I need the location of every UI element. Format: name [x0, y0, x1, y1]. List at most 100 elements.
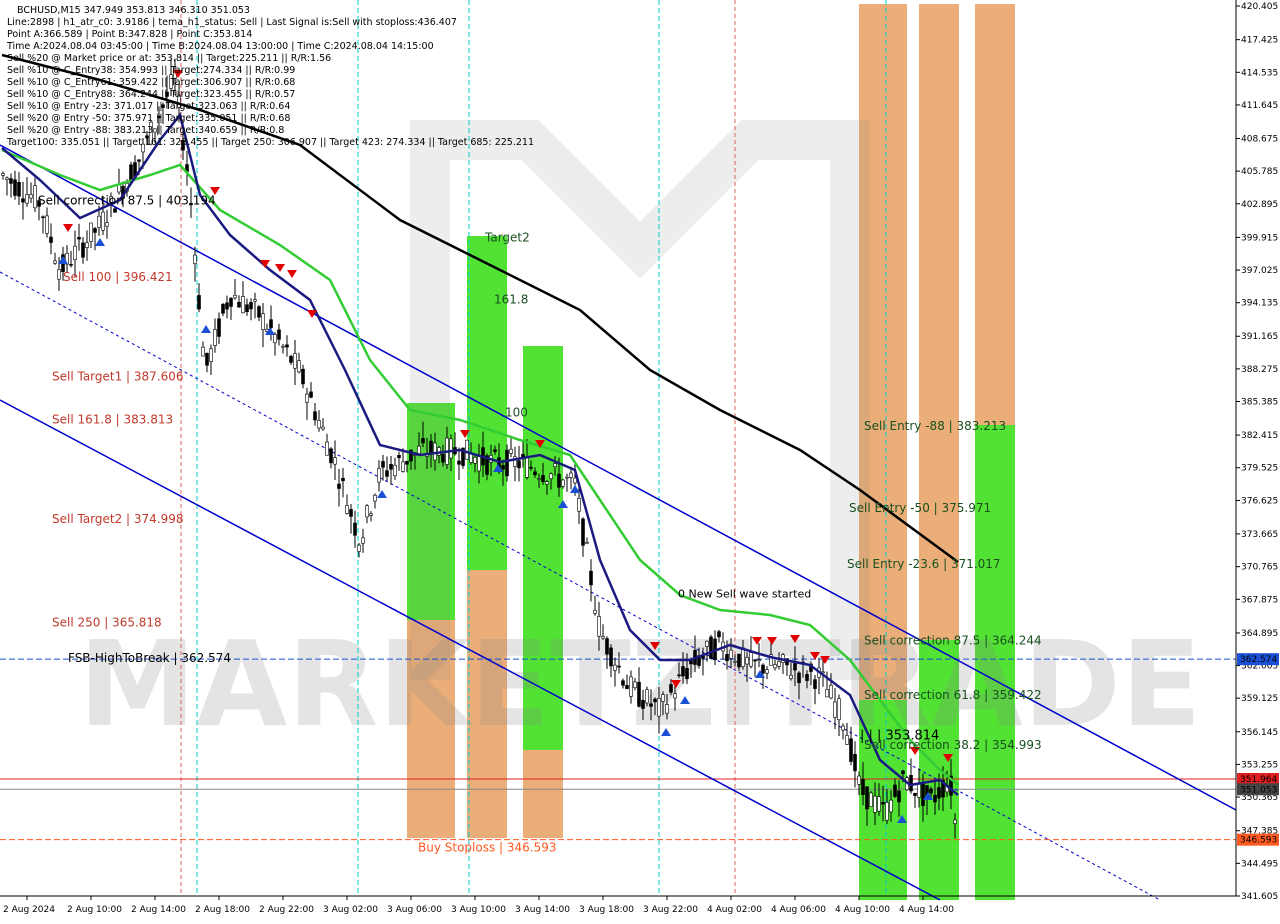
candle-body: [829, 684, 833, 699]
candle-body: [69, 264, 73, 266]
candle-body: [233, 294, 237, 299]
time-tick-label: 4 Aug 06:00: [771, 905, 826, 915]
candle-body: [57, 269, 61, 280]
price-tick-label: 408.675: [1241, 134, 1278, 144]
candle-body: [309, 391, 313, 398]
price-chart[interactable]: MARKETZITRADE FSB-HighToBreak | 362.574B…: [0, 0, 1280, 920]
candle-body: [597, 616, 601, 637]
candle-body: [349, 509, 353, 517]
candle-body: [861, 778, 865, 795]
info-line: Time A:2024.08.04 03:45:00 | Time B:2024…: [6, 41, 434, 52]
candle-body: [329, 448, 333, 464]
info-line: Target100: 335.051 || Target 161: 323.45…: [6, 137, 534, 148]
candle-body: [197, 295, 201, 310]
candle-body: [341, 477, 345, 482]
time-tick-label: 3 Aug 14:00: [515, 905, 570, 915]
candle-body: [561, 479, 565, 487]
chart-annotation: 161.8: [494, 293, 528, 307]
price-tick-label: 388.275: [1241, 365, 1278, 375]
candle-body: [613, 664, 617, 671]
left-annotation: Sell 250 | 365.818: [52, 616, 162, 630]
price-tick-label: 382.415: [1241, 431, 1278, 441]
candle-body: [585, 542, 589, 544]
right-annotation: Sell Entry -23.6 | 371.017: [847, 557, 1001, 571]
candle-body: [285, 344, 289, 348]
candle-body: [857, 775, 861, 785]
candle-body: [749, 652, 753, 667]
price-badge-label: 346.593: [1240, 836, 1277, 846]
candle-body: [793, 663, 797, 671]
price-tick-label: 402.895: [1241, 200, 1278, 210]
candle-body: [345, 505, 349, 514]
candle-body: [681, 666, 685, 677]
candle-body: [321, 426, 325, 430]
candle-body: [297, 360, 301, 373]
candle-body: [93, 228, 97, 233]
candle-body: [845, 735, 849, 745]
candle-body: [253, 299, 257, 302]
candle-body: [397, 455, 401, 458]
candle-body: [881, 801, 885, 805]
candle-body: [893, 784, 897, 797]
candle-body: [237, 301, 241, 308]
candle-body: [417, 445, 421, 454]
price-tick-label: 399.915: [1241, 233, 1278, 243]
candle-body: [9, 178, 13, 184]
candle-body: [193, 254, 197, 264]
level-label: Buy Stoploss | 346.593: [418, 841, 557, 855]
candle-body: [261, 313, 265, 330]
candle-body: [137, 159, 141, 162]
candle-body: [257, 306, 261, 318]
candle-body: [917, 782, 921, 798]
candle-body: [833, 701, 837, 718]
left-annotation: Sell 100 | 396.421: [63, 270, 173, 284]
candle-body: [81, 242, 85, 258]
time-tick-label: 3 Aug 10:00: [451, 905, 506, 915]
candle-body: [565, 476, 569, 479]
price-tick-label: 414.535: [1241, 68, 1278, 78]
candle-body: [825, 689, 829, 698]
time-tick-label: 4 Aug 02:00: [707, 905, 762, 915]
candle-body: [101, 211, 105, 231]
left-annotation: Sell Target1 | 387.606: [52, 369, 184, 383]
time-tick-label: 2 Aug 14:00: [131, 905, 186, 915]
zone-rect: [975, 4, 1015, 425]
time-tick-label: 2 Aug 18:00: [195, 905, 250, 915]
price-tick-label: 353.255: [1241, 760, 1278, 770]
candle-body: [373, 494, 377, 502]
candle-body: [865, 786, 869, 810]
zone-rect: [467, 236, 507, 570]
right-annotation: Sell Entry -50 | 375.971: [849, 501, 991, 515]
candle-body: [609, 647, 613, 667]
candle-body: [685, 668, 689, 680]
candle-body: [705, 640, 709, 647]
candle-body: [273, 334, 277, 344]
candle-body: [245, 304, 249, 313]
candle-body: [221, 304, 225, 314]
candle-body: [765, 669, 769, 674]
candle-body: [45, 215, 49, 234]
candle-body: [393, 464, 397, 477]
candle-body: [305, 393, 309, 403]
candle-body: [933, 794, 937, 803]
price-tick-label: 356.145: [1241, 728, 1278, 738]
candle-body: [389, 464, 393, 470]
right-annotation: Sell Entry -88 | 383.213: [864, 419, 1006, 433]
candle-body: [897, 790, 901, 803]
candle-body: [929, 788, 933, 794]
candle-body: [569, 472, 573, 478]
left-annotation: Sell Target2 | 374.998: [52, 512, 184, 526]
price-tick-label: 391.165: [1241, 332, 1278, 342]
candle-body: [841, 725, 845, 731]
candle-body: [509, 448, 513, 454]
candle-body: [269, 319, 273, 329]
candle-body: [661, 694, 665, 702]
candle-body: [33, 185, 37, 209]
chart-annotation: Target2: [484, 231, 530, 245]
candle-body: [473, 457, 477, 464]
candle-body: [709, 636, 713, 659]
left-annotation: Sell 161.8 | 383.813: [52, 412, 173, 426]
candle-body: [873, 795, 877, 813]
candle-body: [909, 775, 913, 792]
right-annotation: Sell correction 87.5 | 364.244: [864, 633, 1042, 647]
